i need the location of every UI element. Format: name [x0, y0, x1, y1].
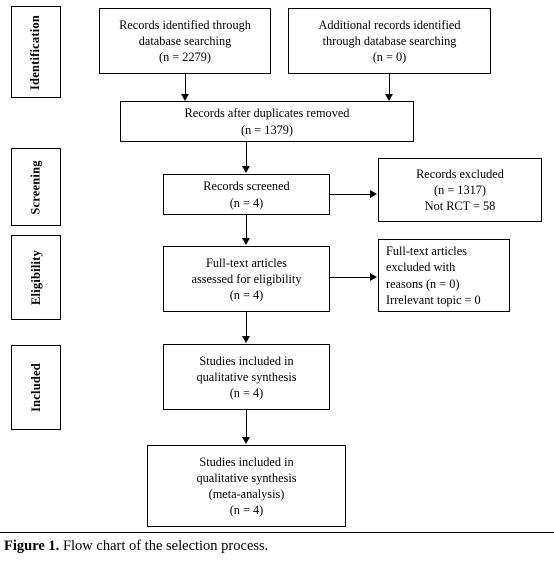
connector-additional-to-duplicates [389, 74, 390, 96]
node-line: through database searching [322, 33, 457, 48]
node-line: excluded with [386, 260, 456, 275]
connector-screened-to-excluded [330, 194, 371, 195]
node-records-identified: Records identified through database sear… [99, 8, 271, 74]
stage-label-text: Screening [28, 159, 43, 215]
node-line: Studies included in [199, 454, 294, 469]
node-line: Records excluded [416, 166, 504, 181]
stage-label-text: Eligibility [28, 250, 43, 305]
stage-label-included: Included [11, 345, 61, 430]
stage-label-text: Identification [28, 14, 43, 90]
arrowhead-right-icon [370, 190, 377, 198]
node-line: Records after duplicates removed [184, 106, 350, 121]
node-line: (n = 4) [229, 386, 264, 401]
node-line: database searching [138, 33, 232, 48]
figure-caption-text: Flow chart of the selection process. [59, 538, 269, 554]
node-line: Additional records identified [318, 17, 461, 32]
connector-identified-to-duplicates [185, 74, 186, 96]
caption-divider [0, 532, 554, 533]
node-line: qualitative synthesis [196, 369, 297, 384]
node-line: (n = 0) [372, 50, 407, 65]
connector-duplicates-to-screened [246, 142, 247, 167]
arrowhead-right-icon [370, 273, 377, 281]
figure-caption-label: Figure 1. [4, 538, 60, 554]
connector-fulltext-to-excluded [330, 277, 371, 278]
node-meta-analysis: Studies included in qualitative synthesi… [147, 445, 346, 527]
node-fulltext-assessed: Full-text articles assessed for eligibil… [163, 246, 330, 312]
connector-screened-to-fulltext [246, 215, 247, 239]
node-line: reasons (n = 0) [386, 276, 460, 291]
stage-label-text: Included [28, 363, 43, 412]
node-line: (n = 4) [229, 288, 264, 303]
arrowhead-down-icon [242, 166, 250, 173]
arrowhead-down-icon [181, 94, 189, 101]
node-line: (n = 2279) [158, 50, 211, 65]
stage-label-screening: Screening [11, 148, 61, 226]
node-line: (n = 1379) [240, 122, 293, 137]
figure-caption: Figure 1. Flow chart of the selection pr… [4, 538, 268, 555]
node-line: Full-text articles [386, 244, 467, 259]
node-line: Irrelevant topic = 0 [386, 292, 481, 307]
node-line: (meta-analysis) [208, 487, 285, 501]
stage-label-identification: Identification [11, 6, 61, 98]
node-line: Studies included in [199, 353, 294, 368]
stage-label-eligibility: Eligibility [11, 235, 61, 320]
arrowhead-down-icon [385, 94, 393, 101]
node-line: assessed for eligibility [191, 271, 302, 286]
node-fulltext-excluded: Full-text articles excluded with reasons… [378, 239, 510, 312]
node-line: Not RCT = 58 [424, 199, 496, 214]
node-line: (n = 4) [229, 503, 264, 518]
node-line: (n = 1317) [433, 182, 486, 197]
arrowhead-down-icon [242, 437, 250, 444]
arrowhead-down-icon [242, 336, 250, 343]
figure-container: Identification Screening Eligibility Inc… [0, 0, 554, 565]
node-line: Full-text articles [206, 255, 287, 270]
node-line: qualitative synthesis [196, 470, 297, 485]
connector-qualitative-to-meta [246, 410, 247, 438]
node-additional-records: Additional records identified through da… [288, 8, 491, 74]
node-records-screened: Records screened (n = 4) [163, 174, 330, 215]
node-duplicates-removed: Records after duplicates removed (n = 13… [120, 101, 414, 142]
node-records-excluded: Records excluded (n = 1317) Not RCT = 58 [378, 158, 542, 222]
node-line: (n = 4) [229, 195, 264, 210]
node-qualitative-synthesis: Studies included in qualitative synthesi… [163, 344, 330, 410]
node-line: Records identified through [119, 17, 251, 32]
arrowhead-down-icon [242, 238, 250, 245]
connector-fulltext-to-qualitative [246, 312, 247, 337]
node-line: Records screened [203, 179, 290, 194]
